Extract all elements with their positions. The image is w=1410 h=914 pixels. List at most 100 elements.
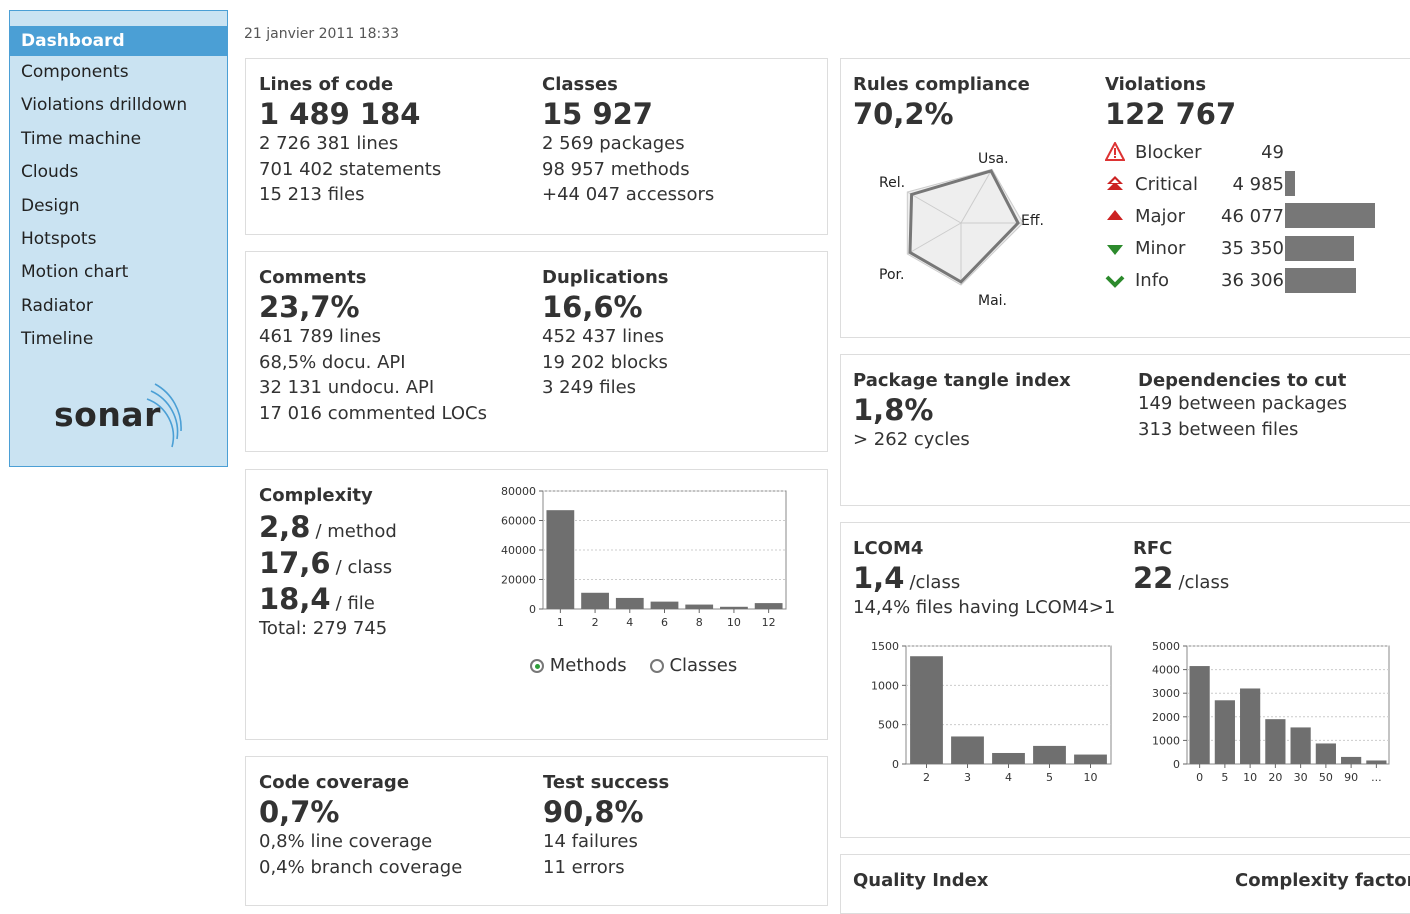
sidebar-item-clouds[interactable]: Clouds xyxy=(10,156,227,189)
tangle-block: Package tangle index 1,8% > 262 cycles xyxy=(853,370,1071,453)
loc-detail[interactable]: 15 213 files xyxy=(259,182,441,208)
sidebar-item-components[interactable]: Components xyxy=(10,56,227,89)
x-tick-label: 4 xyxy=(1005,771,1012,784)
coverage-value[interactable]: 0,7% xyxy=(259,795,462,829)
bar[interactable] xyxy=(1366,760,1387,764)
violation-row-info[interactable]: Info 36 306 xyxy=(1105,265,1356,297)
dependencies-detail[interactable]: 313 between files xyxy=(1138,417,1347,443)
info-icon xyxy=(1105,271,1129,291)
sidebar-item-design[interactable]: Design xyxy=(10,190,227,223)
tangle-widget: Package tangle index 1,8% > 262 cycles D… xyxy=(840,354,1410,506)
violation-row-critical[interactable]: Critical 4 985 xyxy=(1105,168,1295,200)
sidebar-item-hotspots[interactable]: Hotspots xyxy=(10,223,227,256)
radar-label-usa: Usa. xyxy=(978,151,1009,167)
bar[interactable] xyxy=(581,592,609,609)
bar[interactable] xyxy=(951,736,984,764)
bar[interactable] xyxy=(546,510,575,609)
bar[interactable] xyxy=(1240,688,1261,764)
complexity-widget: Complexity 2,8 / method 17,6 / class 18,… xyxy=(245,469,828,740)
tests-detail[interactable]: 11 errors xyxy=(543,855,669,881)
complexity-per-file[interactable]: 18,4 / file xyxy=(259,582,397,616)
bar[interactable] xyxy=(1074,754,1107,764)
violation-row-blocker[interactable]: Blocker 49 xyxy=(1104,136,1284,168)
duplications-detail[interactable]: 3 249 files xyxy=(542,375,668,401)
classes-value[interactable]: 15 927 xyxy=(542,97,714,131)
violation-row-major[interactable]: Major 46 077 xyxy=(1105,200,1375,232)
coverage-detail[interactable]: 0,8% line coverage xyxy=(259,829,462,855)
bar[interactable] xyxy=(1341,756,1362,764)
tangle-cycles[interactable]: > 262 cycles xyxy=(853,427,1071,453)
complexity-per-class[interactable]: 17,6 / class xyxy=(259,546,397,580)
violation-count: 4 985 xyxy=(1232,173,1284,195)
bar[interactable] xyxy=(1033,745,1066,764)
x-tick-label: 2 xyxy=(923,771,930,784)
comments-value[interactable]: 23,7% xyxy=(259,290,487,324)
comments-detail[interactable]: 68,5% docu. API xyxy=(259,350,487,376)
loc-detail[interactable]: 2 726 381 lines xyxy=(259,131,441,157)
bar[interactable] xyxy=(1265,719,1286,764)
coverage-detail[interactable]: 0,4% branch coverage xyxy=(259,855,462,881)
complexity-total[interactable]: Total: 279 745 xyxy=(259,616,397,642)
y-tick-label: 3000 xyxy=(1152,687,1180,700)
rfc-value[interactable]: 22 /class xyxy=(1133,561,1229,595)
sidebar-item-dashboard[interactable]: Dashboard xyxy=(10,26,227,56)
comments-widget: Comments 23,7% 461 789 lines 68,5% docu.… xyxy=(245,251,828,452)
violation-label: Minor xyxy=(1135,238,1186,260)
quality-widget: Quality Index Complexity factor xyxy=(840,854,1410,914)
classes-detail[interactable]: +44 047 accessors xyxy=(542,182,714,208)
bar[interactable] xyxy=(1214,700,1235,764)
rules-value[interactable]: 70,2% xyxy=(853,97,1030,131)
bar[interactable] xyxy=(992,752,1025,764)
bar[interactable] xyxy=(1315,743,1336,764)
bar[interactable] xyxy=(720,606,748,609)
tests-detail[interactable]: 14 failures xyxy=(543,829,669,855)
classes-title: Classes xyxy=(542,74,618,95)
x-tick-label: 90 xyxy=(1344,771,1358,784)
lcom-files[interactable]: 14,4% files having LCOM4>1 xyxy=(853,595,1115,621)
lcom-value[interactable]: 1,4 /class xyxy=(853,561,1115,595)
tangle-value[interactable]: 1,8% xyxy=(853,393,1071,427)
bar[interactable] xyxy=(650,601,679,609)
duplications-value[interactable]: 16,6% xyxy=(542,290,668,324)
violation-row-minor[interactable]: Minor 35 350 xyxy=(1105,233,1354,265)
x-tick-label: 20 xyxy=(1268,771,1282,784)
lcom4-chart: 0 500 1000 1500 2 3 4 5 10 xyxy=(871,640,1112,784)
comments-detail[interactable]: 17 016 commented LOCs xyxy=(259,401,487,427)
violation-count: 36 306 xyxy=(1221,270,1284,292)
duplications-detail[interactable]: 452 437 lines xyxy=(542,324,668,350)
tests-block: Test success 90,8% 14 failures 11 errors xyxy=(543,772,669,880)
comments-detail[interactable]: 32 131 undocu. API xyxy=(259,375,487,401)
duplications-detail[interactable]: 19 202 blocks xyxy=(542,350,668,376)
complexity-per-method[interactable]: 2,8 / method xyxy=(259,510,397,544)
bar[interactable] xyxy=(1290,727,1311,764)
tests-value[interactable]: 90,8% xyxy=(543,795,669,829)
classes-radio[interactable]: Classes xyxy=(649,655,737,676)
violations-value[interactable]: 122 767 xyxy=(1105,97,1405,131)
sidebar-item-violations-drilldown[interactable]: Violations drilldown xyxy=(10,89,227,122)
classes-detail[interactable]: 98 957 methods xyxy=(542,157,714,183)
comments-detail[interactable]: 461 789 lines xyxy=(259,324,487,350)
x-tick-label: ... xyxy=(1371,771,1382,784)
sidebar-item-timeline[interactable]: Timeline xyxy=(10,323,227,356)
violations-title: Violations xyxy=(1105,74,1207,95)
bar[interactable] xyxy=(615,597,644,609)
sidebar-item-time-machine[interactable]: Time machine xyxy=(10,123,227,156)
methods-radio[interactable]: Methods xyxy=(530,655,627,676)
loc-detail[interactable]: 701 402 statements xyxy=(259,157,441,183)
classes-detail[interactable]: 2 569 packages xyxy=(542,131,714,157)
dependencies-block: Dependencies to cut 149 between packages… xyxy=(1138,370,1347,442)
loc-value[interactable]: 1 489 184 xyxy=(259,97,441,131)
violation-label: Blocker xyxy=(1135,141,1202,163)
bar[interactable] xyxy=(685,604,714,609)
dependencies-detail[interactable]: 149 between packages xyxy=(1138,391,1347,417)
sidebar-item-radiator[interactable]: Radiator xyxy=(10,290,227,323)
y-tick-label: 80000 xyxy=(501,485,536,498)
bar[interactable] xyxy=(754,603,783,609)
violation-bar xyxy=(1285,267,1356,293)
x-tick-label: 50 xyxy=(1319,771,1333,784)
bar[interactable] xyxy=(1189,666,1210,764)
sidebar-item-motion-chart[interactable]: Motion chart xyxy=(10,256,227,289)
y-tick-label: 40000 xyxy=(501,544,536,557)
bar[interactable] xyxy=(910,656,943,764)
y-tick-label: 2000 xyxy=(1152,711,1180,724)
